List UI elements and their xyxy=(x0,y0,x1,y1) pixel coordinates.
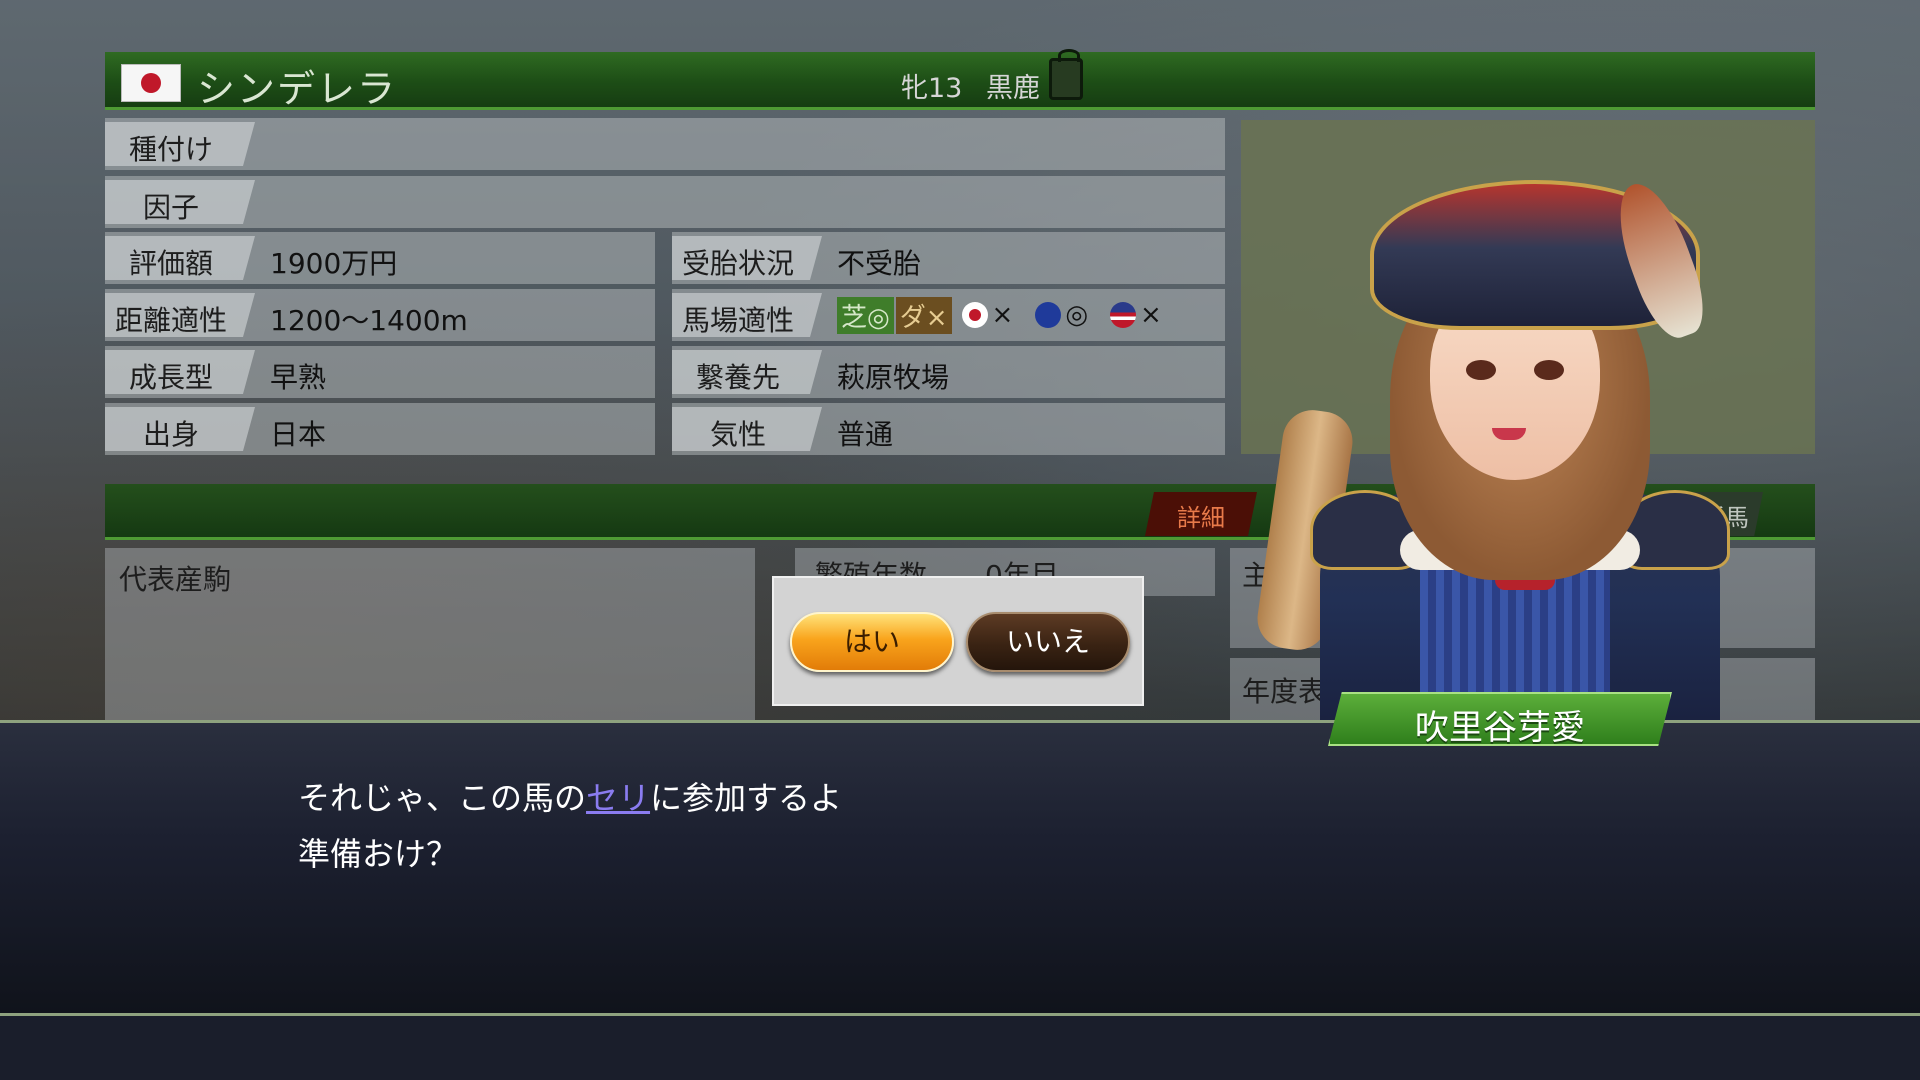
stat-value: 不受胎 xyxy=(837,247,922,280)
stat-value: 日本 xyxy=(270,418,327,451)
message-line-1: それじゃ、この馬のセリに参加するよ xyxy=(298,779,843,817)
stat-label: 受胎状況 xyxy=(681,247,794,280)
stat-row-distance: 距離適性 1200〜1400m xyxy=(105,289,655,341)
horse-title-bar: シンデレラ 牝13 黒鹿 xyxy=(105,49,1815,111)
confirm-dialog: はい いいえ xyxy=(772,576,1144,706)
usa-aptitude-mark: × xyxy=(1140,300,1162,330)
dirt-badge: ダ× xyxy=(895,296,952,334)
stat-value: 1900万円 xyxy=(270,247,398,280)
japan-circle-icon xyxy=(961,302,988,328)
right-eye xyxy=(1534,360,1564,380)
gift-icon[interactable] xyxy=(1049,49,1083,100)
stat-value: 1200〜1400m xyxy=(270,304,468,337)
auction-link[interactable]: セリ xyxy=(586,779,650,817)
message-line-2: 準備おけ？ xyxy=(298,835,459,873)
stat-label: 気性 xyxy=(709,418,766,451)
horse-sex-age: 牝13 xyxy=(901,73,963,104)
stat-label: 馬場適性 xyxy=(681,304,794,337)
stat-row-conception: 受胎状況 不受胎 xyxy=(672,232,1225,284)
stat-value: 萩原牧場 xyxy=(837,361,950,394)
horse-coat-color: 黒鹿 xyxy=(986,73,1040,104)
stat-row-temperament: 気性 普通 xyxy=(672,403,1225,455)
stat-row-track-aptitude: 馬場適性 芝◎ ダ× × ◎ × xyxy=(672,289,1225,341)
turf-badge: 芝◎ xyxy=(837,296,894,334)
character-name: 吹里谷芽愛 xyxy=(1415,708,1585,748)
no-button[interactable]: いいえ xyxy=(966,612,1130,672)
tab-detail[interactable]: 詳細 xyxy=(1145,492,1257,536)
stat-row-valuation: 評価額 1900万円 xyxy=(105,232,655,284)
stat-value: 早熟 xyxy=(270,361,327,394)
breeding-row: 種付け xyxy=(105,118,1225,170)
factor-row: 因子 xyxy=(105,176,1225,228)
stat-label: 出身 xyxy=(142,418,199,451)
japan-flag-icon xyxy=(121,64,181,102)
yes-button[interactable]: はい xyxy=(790,612,954,672)
stat-row-origin: 出身 日本 xyxy=(105,403,655,455)
europe-circle-icon xyxy=(1035,302,1062,328)
message-window[interactable]: それじゃ、この馬のセリに参加するよ 準備おけ？ xyxy=(0,720,1920,1016)
factor-label: 因子 xyxy=(142,191,199,224)
japan-aptitude-mark: × xyxy=(991,300,1014,330)
offspring-label: 代表産駒 xyxy=(119,563,232,596)
horse-name: シンデレラ xyxy=(197,67,398,111)
usa-circle-icon xyxy=(1110,302,1136,328)
breeding-label: 種付け xyxy=(128,133,213,166)
stat-row-growth: 成長型 早熟 xyxy=(105,346,655,398)
offspring-section: 代表産駒 xyxy=(105,548,755,720)
bottom-strip xyxy=(0,1016,1920,1080)
stat-row-stable: 繋養先 萩原牧場 xyxy=(672,346,1225,398)
track-aptitude-group: 芝◎ ダ× × ◎ × xyxy=(837,296,1162,334)
stat-label: 成長型 xyxy=(128,361,213,394)
stat-label: 距離適性 xyxy=(114,304,227,337)
character-name-plate: 吹里谷芽愛 xyxy=(1328,692,1672,746)
left-eye xyxy=(1466,360,1496,380)
europe-aptitude-mark: ◎ xyxy=(1065,300,1088,330)
stat-label: 繋養先 xyxy=(695,361,780,394)
stat-value: 普通 xyxy=(837,418,894,451)
stat-label: 評価額 xyxy=(128,247,213,280)
character-portrait xyxy=(1250,150,1770,720)
lips xyxy=(1492,428,1526,440)
